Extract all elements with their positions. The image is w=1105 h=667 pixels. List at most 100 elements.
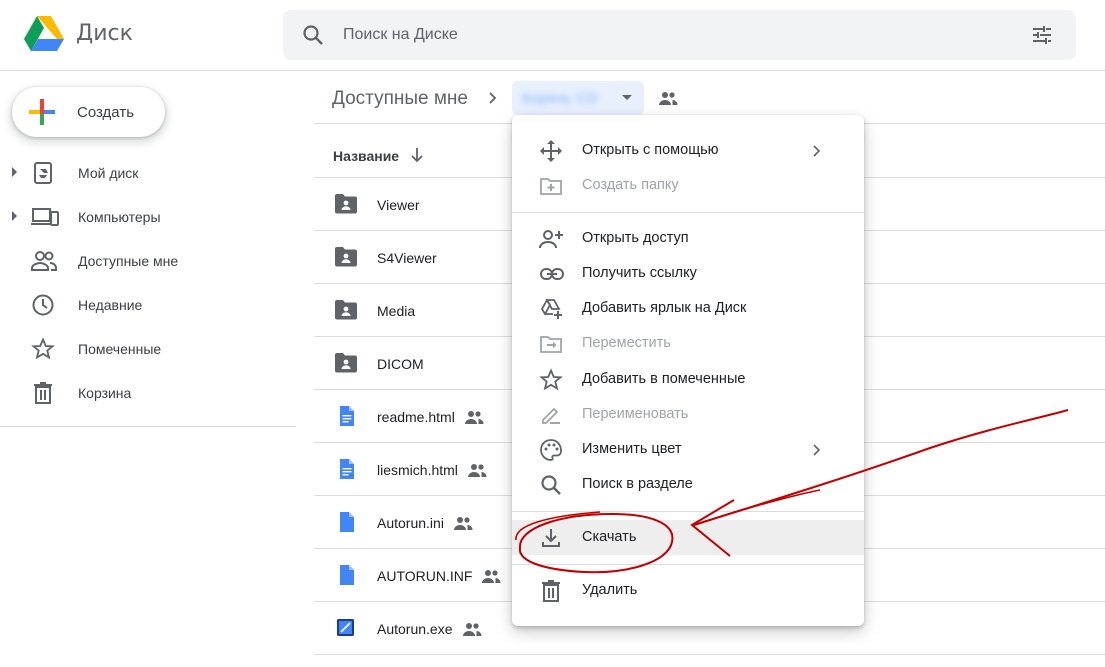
file-name: liesmich.html — [377, 462, 458, 478]
menu-item-trash[interactable]: Удалить — [512, 573, 864, 608]
shared-people-icon — [464, 409, 484, 425]
search-options-icon[interactable] — [1030, 23, 1054, 47]
file-name: Media — [377, 303, 416, 319]
palette-icon — [539, 438, 563, 462]
open-with-icon — [539, 139, 563, 163]
menu-item-label: Добавить в помеченные — [582, 371, 746, 387]
menu-item-label: Переименовать — [582, 406, 689, 422]
menu-item-star[interactable]: Добавить в помеченные — [512, 362, 864, 397]
search-input[interactable] — [343, 10, 983, 60]
column-name-header[interactable]: Название — [333, 148, 399, 164]
html-doc-icon — [334, 405, 358, 427]
shared-folder-icon — [334, 193, 358, 215]
search-icon[interactable] — [301, 23, 325, 47]
file-name: AUTORUN.INF — [377, 568, 473, 584]
sidebar-item-starred[interactable]: Помеченные — [0, 329, 296, 369]
drive-logo-icon[interactable] — [24, 16, 64, 52]
sidebar-item-label: Корзина — [78, 385, 132, 401]
shared-people-icon — [462, 621, 482, 637]
plus-icon — [29, 99, 55, 125]
link-icon — [539, 262, 565, 286]
menu-item-label: Переместить — [582, 335, 671, 351]
shared-people-icon — [658, 90, 678, 106]
file-name: Viewer — [377, 197, 420, 213]
star-icon — [539, 368, 563, 392]
search-bar[interactable] — [283, 10, 1076, 60]
sidebar-item-label: Доступные мне — [78, 253, 179, 269]
menu-item-label: Открыть доступ — [582, 230, 689, 246]
chevron-right-icon — [812, 144, 822, 158]
menu-item-label: Добавить ярлык на Диск — [582, 300, 747, 316]
shared-folder-icon — [334, 299, 358, 321]
clock-icon — [31, 293, 55, 317]
shared-people-icon — [453, 515, 473, 531]
breadcrumb-current-folder[interactable]: Корень CD — [512, 81, 644, 115]
app-header: Диск — [0, 0, 1105, 71]
menu-divider — [512, 564, 864, 565]
breadcrumb-root[interactable]: Доступные мне — [332, 88, 468, 110]
sidebar-item-recent[interactable]: Недавние — [0, 285, 296, 325]
create-button[interactable]: Создать — [12, 87, 165, 137]
menu-item-open-with[interactable]: Открыть с помощью — [512, 133, 864, 168]
file-name: Autorun.ini — [377, 515, 444, 531]
sidebar-item-trash[interactable]: Корзина — [0, 373, 296, 413]
menu-item-search[interactable]: Поиск в разделе — [512, 467, 864, 502]
chevron-right-icon — [812, 443, 822, 457]
shared-folder-icon — [334, 352, 358, 374]
menu-item-link[interactable]: Получить ссылку — [512, 256, 864, 291]
menu-item-label: Открыть с помощью — [582, 142, 719, 158]
sidebar-item-computers[interactable]: Компьютеры — [0, 197, 296, 237]
menu-item-new-folder: Создать папку — [512, 168, 864, 203]
dropdown-arrow-icon — [622, 95, 632, 100]
rename-icon — [539, 403, 563, 427]
expand-arrow-icon[interactable] — [12, 211, 17, 221]
shared-people-icon — [467, 462, 487, 478]
html-doc-icon — [334, 458, 358, 480]
chevron-right-icon — [486, 88, 500, 108]
file-icon — [334, 564, 358, 586]
menu-divider — [512, 212, 864, 213]
menu-item-label: Удалить — [582, 582, 638, 598]
new-folder-icon — [539, 174, 563, 198]
trash-icon — [31, 381, 55, 405]
create-label: Создать — [77, 104, 135, 121]
sidebar-item-my-drive[interactable]: Мой диск — [0, 153, 296, 193]
menu-item-download[interactable]: Скачать — [512, 520, 864, 555]
shared-with-me-icon — [31, 249, 57, 273]
sidebar-item-label: Недавние — [78, 297, 143, 313]
my-drive-icon — [31, 161, 55, 185]
menu-item-rename: Переименовать — [512, 397, 864, 432]
menu-item-label: Скачать — [582, 529, 637, 545]
app-title: Диск — [76, 21, 133, 46]
move-icon — [539, 332, 563, 356]
menu-item-label: Создать папку — [582, 177, 679, 193]
sort-arrow-down-icon[interactable] — [410, 146, 424, 164]
share-person-icon — [539, 227, 565, 251]
sidebar: Создать Мой диск Компьютеры Доступные мн… — [0, 71, 296, 427]
file-name: readme.html — [377, 409, 455, 425]
menu-item-label: Поиск в разделе — [582, 476, 693, 492]
sidebar-item-label: Мой диск — [78, 165, 139, 181]
download-icon — [539, 526, 563, 550]
file-name: S4Viewer — [377, 250, 437, 266]
sidebar-item-shared-with-me[interactable]: Доступные мне — [0, 241, 296, 281]
search-icon — [539, 473, 563, 497]
file-icon — [334, 511, 358, 533]
shared-people-icon — [481, 568, 501, 584]
menu-item-palette[interactable]: Изменить цвет — [512, 432, 864, 467]
shared-folder-icon — [334, 246, 358, 268]
folder-name-blurred: Корень CD — [522, 90, 598, 107]
trash-icon — [539, 579, 563, 603]
menu-item-add-shortcut[interactable]: Добавить ярлык на Диск — [512, 291, 864, 326]
exe-file-icon — [334, 617, 358, 639]
sidebar-item-label: Компьютеры — [78, 209, 161, 225]
menu-divider — [512, 511, 864, 512]
star-icon — [31, 337, 55, 361]
file-name: DICOM — [377, 356, 424, 372]
computers-icon — [31, 205, 59, 229]
expand-arrow-icon[interactable] — [12, 167, 17, 177]
menu-item-share-person[interactable]: Открыть доступ — [512, 221, 864, 256]
file-name: Autorun.exe — [377, 621, 453, 637]
sidebar-item-label: Помеченные — [78, 341, 162, 357]
menu-item-label: Получить ссылку — [582, 265, 697, 281]
